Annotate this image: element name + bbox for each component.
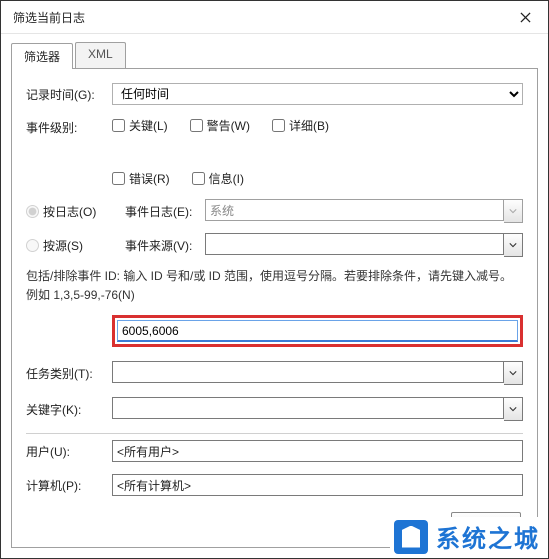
chk-verbose[interactable]: 详细(B) [272, 117, 329, 134]
chk-critical-box[interactable] [112, 119, 125, 132]
keywords-combo[interactable] [112, 397, 504, 419]
label-level: 事件级别: [26, 117, 112, 136]
tabs: 筛选器 XML [11, 42, 538, 69]
chevron-down-icon [509, 369, 517, 377]
label-task: 任务类别(T): [26, 365, 112, 382]
chk-information[interactable]: 信息(I) [192, 170, 244, 187]
tab-filter[interactable]: 筛选器 [11, 43, 73, 69]
task-combo-btn[interactable] [504, 361, 523, 385]
chk-warning-box[interactable] [190, 119, 203, 132]
watermark-logo-icon [394, 520, 428, 554]
window-title: 筛选当前日志 [13, 9, 85, 26]
label-eventsources: 事件来源(V): [125, 237, 201, 254]
event-id-help: 包括/排除事件 ID: 输入 ID 号和/或 ID 范围，使用逗号分隔。若要排除… [26, 267, 523, 305]
tab-xml[interactable]: XML [75, 42, 126, 68]
filter-panel: 记录时间(G): 任何时间 事件级别: 关键(L) 警告(W) 详细(B) 错误… [11, 69, 538, 548]
chk-critical[interactable]: 关键(L) [112, 117, 168, 134]
logged-select[interactable]: 任何时间 [112, 83, 523, 105]
eventsources-combo[interactable] [205, 233, 504, 255]
radio-bylog-input [26, 205, 39, 218]
label-computer: 计算机(P): [26, 477, 112, 494]
eventlogs-combo-btn [504, 199, 523, 223]
separator [26, 433, 523, 434]
task-combo[interactable] [112, 361, 504, 383]
chevron-down-icon [509, 405, 517, 413]
titlebar: 筛选当前日志 [1, 1, 548, 34]
chk-verbose-box[interactable] [272, 119, 285, 132]
radio-bysource-input [26, 239, 39, 252]
chk-warning[interactable]: 警告(W) [190, 117, 250, 134]
dialog-window: 筛选当前日志 筛选器 XML 记录时间(G): 任何时间 事件级别: 关键(L)… [0, 0, 549, 559]
watermark: 系统之城 [390, 517, 548, 556]
watermark-text: 系统之城 [436, 519, 540, 554]
label-user: 用户(U): [26, 443, 112, 460]
chevron-down-icon [509, 241, 517, 249]
eventsources-combo-btn[interactable] [504, 233, 523, 257]
level-checks: 关键(L) 警告(W) 详细(B) 错误(R) 信息(I) [112, 117, 523, 187]
event-id-input[interactable] [117, 320, 518, 342]
eventlogs-combo: 系统 [205, 199, 504, 221]
close-button[interactable] [502, 1, 548, 33]
chevron-down-icon [509, 207, 517, 215]
radio-bylog: 按日志(O) 事件日志(E): 系统 [26, 199, 523, 223]
chk-information-box[interactable] [192, 172, 205, 185]
computer-input[interactable]: <所有计算机> [112, 474, 523, 496]
user-input[interactable]: <所有用户> [112, 440, 523, 462]
label-logged: 记录时间(G): [26, 86, 112, 103]
chk-error[interactable]: 错误(R) [112, 170, 170, 187]
radio-bysource: 按源(S) 事件来源(V): [26, 233, 523, 257]
chk-error-box[interactable] [112, 172, 125, 185]
close-icon [520, 12, 531, 23]
label-keywords: 关键字(K): [26, 401, 112, 418]
event-id-highlight [112, 315, 523, 347]
label-eventlogs: 事件日志(E): [125, 203, 201, 220]
keywords-combo-btn[interactable] [504, 397, 523, 421]
